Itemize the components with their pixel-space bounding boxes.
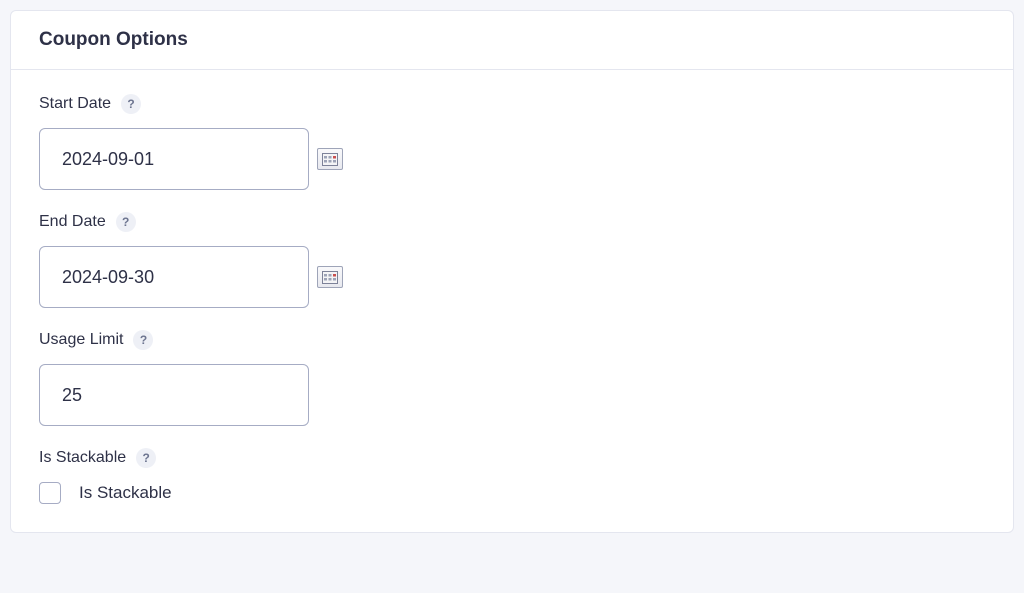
is-stackable-checkbox[interactable]: [39, 482, 61, 504]
end-date-input[interactable]: [39, 246, 309, 308]
usage-limit-label: Usage Limit: [39, 331, 123, 349]
label-row: Usage Limit ?: [39, 330, 985, 350]
form-group-is-stackable: Is Stackable ? Is Stackable: [39, 448, 985, 504]
input-row: [39, 364, 985, 426]
label-row: End Date ?: [39, 212, 985, 232]
is-stackable-checkbox-label[interactable]: Is Stackable: [79, 483, 172, 503]
input-row: [39, 246, 985, 308]
end-date-label: End Date: [39, 213, 106, 231]
help-icon[interactable]: ?: [136, 448, 156, 468]
help-icon[interactable]: ?: [133, 330, 153, 350]
form-group-start-date: Start Date ?: [39, 94, 985, 190]
panel-body: Start Date ?: [11, 70, 1013, 532]
label-row: Start Date ?: [39, 94, 985, 114]
start-date-label: Start Date: [39, 95, 111, 113]
form-group-usage-limit: Usage Limit ?: [39, 330, 985, 426]
panel-title: Coupon Options: [39, 29, 985, 51]
panel-header: Coupon Options: [11, 11, 1013, 70]
help-icon[interactable]: ?: [116, 212, 136, 232]
start-date-input[interactable]: [39, 128, 309, 190]
form-group-end-date: End Date ?: [39, 212, 985, 308]
is-stackable-label: Is Stackable: [39, 449, 126, 467]
label-row: Is Stackable ?: [39, 448, 985, 468]
coupon-options-panel: Coupon Options Start Date ?: [10, 10, 1014, 533]
help-icon[interactable]: ?: [121, 94, 141, 114]
calendar-icon[interactable]: [317, 148, 343, 170]
usage-limit-input[interactable]: [39, 364, 309, 426]
calendar-icon[interactable]: [317, 266, 343, 288]
calendar-svg-icon: [322, 152, 338, 166]
checkbox-row: Is Stackable: [39, 482, 985, 504]
calendar-svg-icon: [322, 270, 338, 284]
input-row: [39, 128, 985, 190]
